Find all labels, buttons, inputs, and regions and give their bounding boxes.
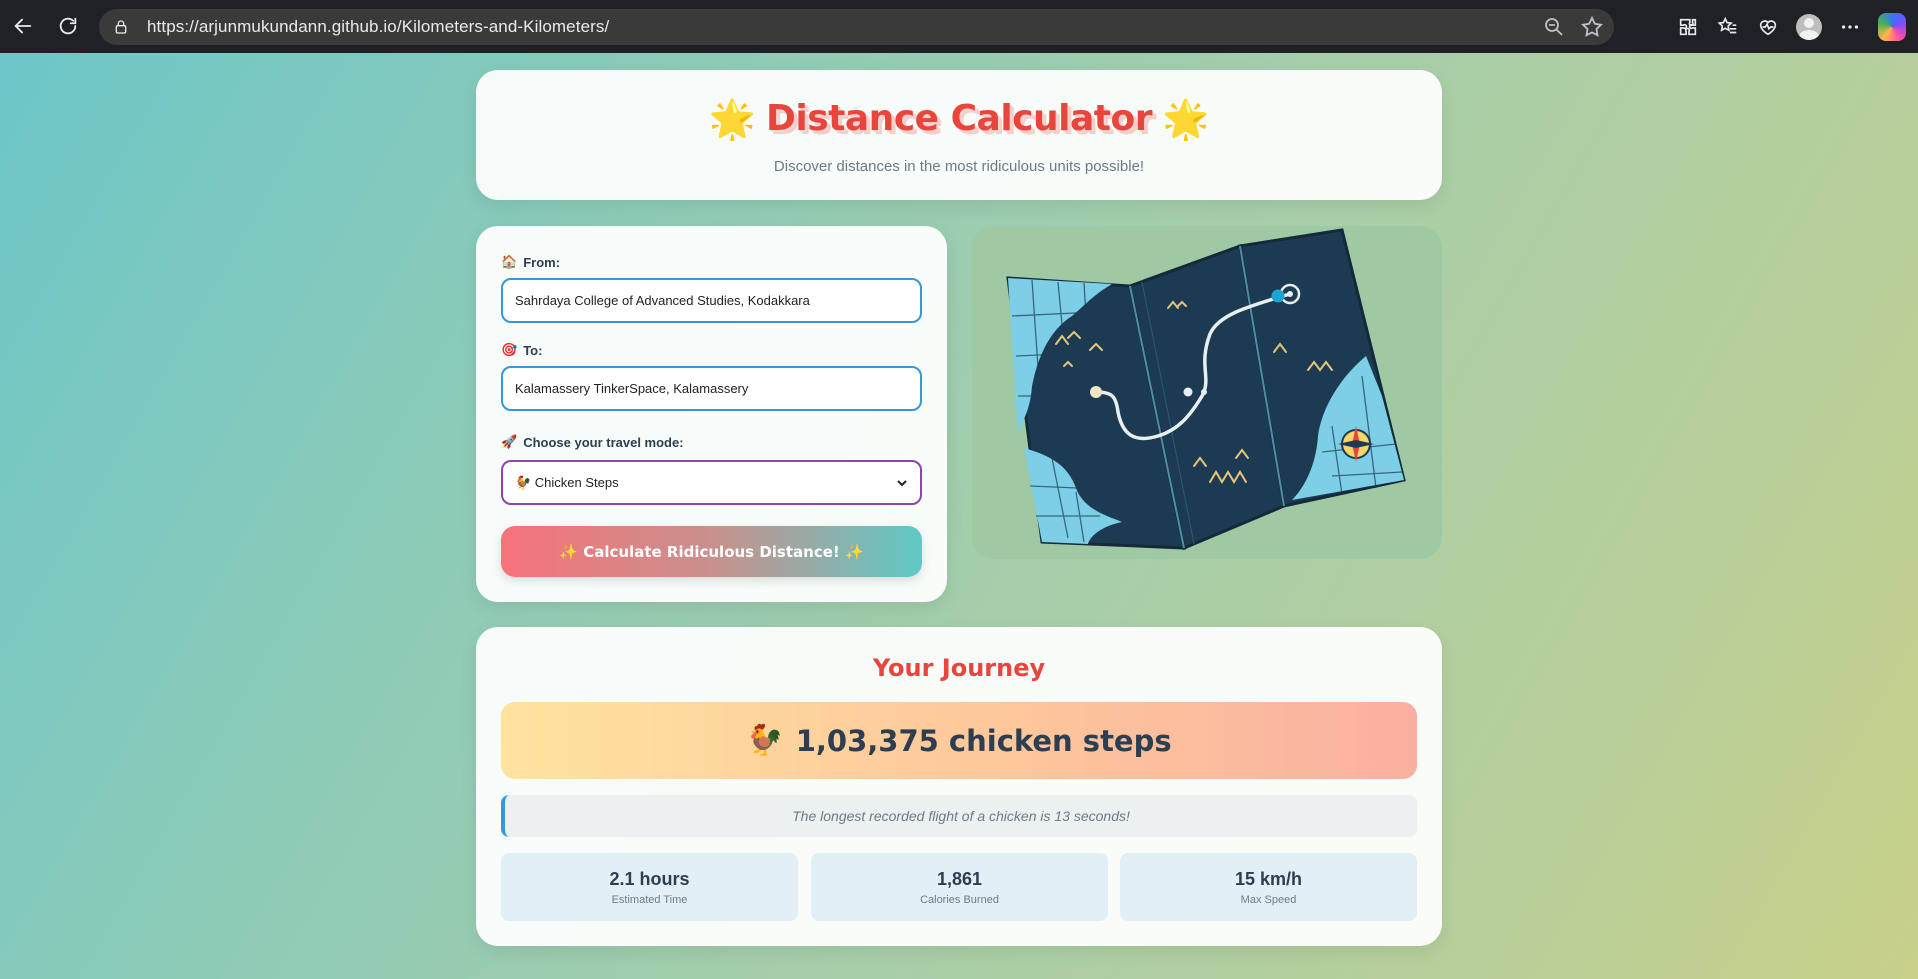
journey-result-card: Your Journey 🐓 1,03,375 chicken steps Th… (476, 627, 1442, 946)
from-input[interactable]: Sahrdaya College of Advanced Studies, Ko… (501, 278, 922, 323)
stat-value: 1,861 (936, 868, 983, 889)
stat-label: Estimated Time (611, 893, 688, 906)
reload-icon (59, 17, 77, 35)
profile-avatar-icon[interactable] (1796, 13, 1822, 40)
folded-map-illustration (1006, 228, 1406, 551)
site-info-icon (115, 20, 127, 34)
favorites-icon[interactable] (1716, 15, 1740, 39)
rooster-icon: 🐓 (746, 723, 784, 758)
back-button[interactable] (3, 6, 43, 46)
header-card: 🌟 Distance Calculator 🌟 Discover distanc… (476, 70, 1442, 200)
target-icon: 🎯 (501, 342, 518, 357)
url-text: https://arjunmukundann.github.io/Kilomet… (147, 17, 610, 36)
to-input[interactable]: Kalamassery TinkerSpace, Kalamassery (501, 366, 922, 411)
stat-value: 2.1 hours (609, 868, 690, 889)
house-icon: 🏠 (501, 254, 518, 269)
map-illustration-card (972, 226, 1442, 559)
from-label: 🏠 From: (501, 254, 561, 270)
calculate-button[interactable]: ✨ Calculate Ridiculous Distance! ✨ (501, 526, 922, 577)
stat-estimated-time: 2.1 hours Estimated Time (501, 853, 798, 921)
stat-calories-burned: 1,861 Calories Burned (811, 853, 1108, 921)
star-icon: 🌟 (708, 96, 757, 141)
page-subtitle: Discover distances in the most ridiculou… (773, 158, 1145, 175)
chevron-down-icon (897, 479, 907, 486)
travel-mode-select[interactable]: 🐓 Chicken Steps (501, 460, 922, 505)
fun-fact: The longest recorded flight of a chicken… (501, 795, 1417, 837)
back-arrow-icon (14, 18, 32, 34)
stat-label: Max Speed (1240, 893, 1297, 906)
page-title: Distance Calculator (766, 98, 1152, 139)
extensions-icon[interactable] (1676, 15, 1700, 39)
stat-label: Calories Burned (920, 893, 999, 906)
distance-result: 1,03,375 chicken steps (795, 723, 1172, 758)
to-label: 🎯 To: (501, 342, 543, 358)
star-icon: 🌟 (1161, 96, 1210, 141)
rocket-icon: 🚀 (501, 434, 518, 449)
more-menu-icon[interactable] (1838, 15, 1862, 39)
result-banner: 🐓 1,03,375 chicken steps (501, 702, 1417, 779)
distance-form: 🏠 From: Sahrdaya College of Advanced Stu… (476, 226, 947, 602)
address-bar[interactable]: https://arjunmukundann.github.io/Kilomet… (99, 9, 1614, 45)
zoom-out-icon[interactable] (1542, 15, 1566, 39)
journey-title: Your Journey (872, 654, 1046, 682)
travel-mode-value: 🐓 Chicken Steps (515, 474, 619, 490)
stat-value: 15 km/h (1234, 868, 1303, 889)
stat-max-speed: 15 km/h Max Speed (1120, 853, 1417, 921)
reload-button[interactable] (48, 6, 88, 46)
favorite-star-icon[interactable] (1580, 15, 1604, 39)
travel-mode-label: 🚀 Choose your travel mode: (501, 434, 684, 450)
health-icon[interactable] (1756, 15, 1780, 39)
browser-toolbar: https://arjunmukundann.github.io/Kilomet… (0, 0, 1918, 53)
copilot-icon[interactable] (1878, 12, 1906, 41)
